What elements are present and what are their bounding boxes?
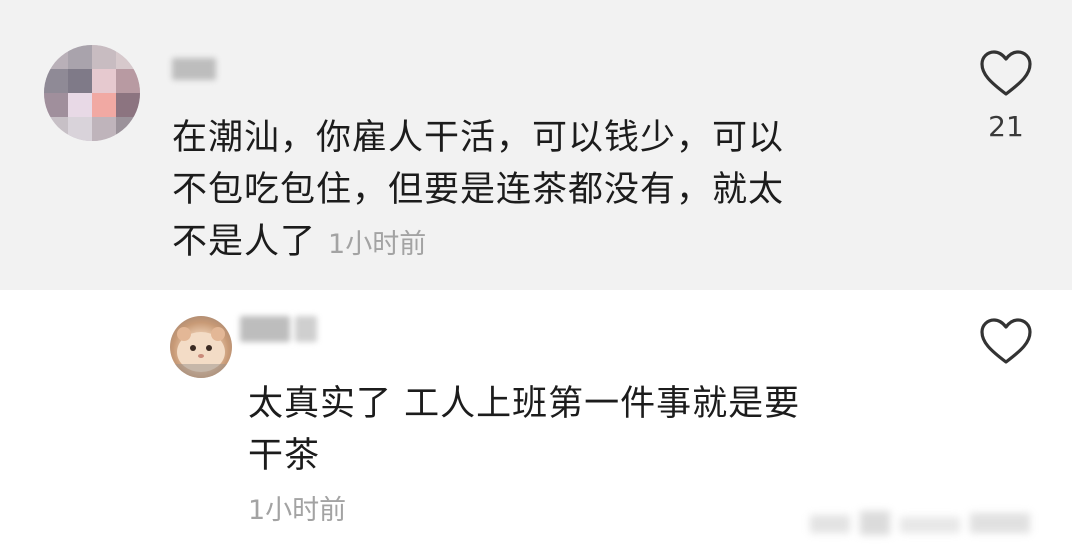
avatar[interactable] (44, 45, 140, 141)
reply-time: 1小时前 (248, 495, 347, 526)
hamster-avatar-icon (170, 327, 232, 378)
avatar[interactable] (170, 316, 232, 378)
comment-line: 不是人了 1小时前 (172, 216, 912, 271)
comment-item: 在潮汕，你雇人干活，可以钱少，可以 不包吃包住，但要是连茶都没有，就太 不是人了… (0, 0, 1072, 290)
like-button[interactable]: 21 (976, 48, 1036, 143)
comment-line-text: 不是人了 (172, 222, 317, 262)
reply-line: 太真实了 工人上班第一件事就是要 (248, 384, 801, 424)
reply-line: 干茶 (248, 436, 321, 476)
heart-outline-icon (980, 318, 1032, 364)
like-button[interactable] (976, 316, 1036, 366)
watermark (810, 505, 1040, 541)
username-blur (172, 58, 216, 84)
like-count: 21 (988, 110, 1024, 143)
comment-text: 在潮汕，你雇人干活，可以钱少，可以 不包吃包住，但要是连茶都没有，就太 不是人了… (172, 112, 912, 271)
comment-line: 不包吃包住，但要是连茶都没有，就太 (172, 170, 785, 210)
heart-outline-icon (980, 50, 1032, 96)
comment-line: 在潮汕，你雇人干活，可以钱少，可以 (172, 118, 785, 158)
username-blur (240, 316, 318, 346)
comment-time: 1小时前 (328, 229, 427, 260)
reply-text: 太真实了 工人上班第一件事就是要 干茶 (248, 378, 908, 482)
